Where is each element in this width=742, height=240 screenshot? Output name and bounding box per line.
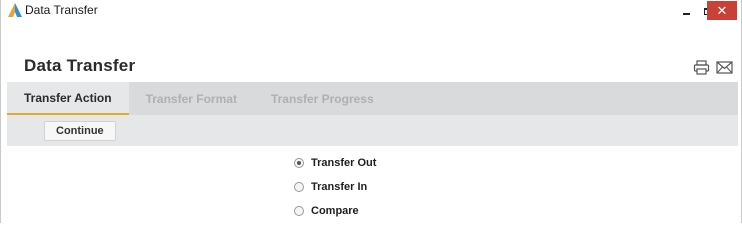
tab-transfer-action[interactable]: Transfer Action bbox=[7, 82, 129, 115]
app-logo-icon bbox=[8, 3, 22, 17]
close-button[interactable]: ✕ bbox=[707, 1, 737, 20]
tab-transfer-format[interactable]: Transfer Format bbox=[129, 82, 254, 115]
window-title: Data Transfer bbox=[25, 3, 98, 17]
action-bar: Continue bbox=[7, 115, 738, 146]
continue-button[interactable]: Continue bbox=[44, 121, 116, 141]
option-transfer-in[interactable]: Transfer In bbox=[294, 175, 376, 199]
header-actions bbox=[693, 60, 733, 75]
option-label: Compare bbox=[311, 205, 359, 217]
option-label: Transfer In bbox=[311, 181, 368, 193]
radio-transfer-out[interactable] bbox=[294, 158, 304, 168]
tab-transfer-progress[interactable]: Transfer Progress bbox=[254, 82, 391, 115]
minimize-button[interactable] bbox=[675, 2, 697, 20]
minimize-icon bbox=[682, 13, 690, 15]
transfer-options: Transfer Out Transfer In Compare bbox=[294, 151, 376, 223]
tab-bar: Transfer Action Transfer Format Transfer… bbox=[7, 82, 738, 115]
close-icon: ✕ bbox=[716, 2, 728, 18]
page-title: Data Transfer bbox=[24, 56, 136, 75]
app-window: Data Transfer ✕ Data Transfer Transfer A… bbox=[0, 0, 742, 223]
print-icon[interactable] bbox=[693, 60, 710, 75]
email-icon[interactable] bbox=[716, 60, 733, 75]
title-bar: Data Transfer ✕ bbox=[1, 0, 741, 22]
radio-compare[interactable] bbox=[294, 206, 304, 216]
option-label: Transfer Out bbox=[311, 157, 377, 169]
option-compare[interactable]: Compare bbox=[294, 199, 376, 223]
option-transfer-out[interactable]: Transfer Out bbox=[294, 151, 376, 175]
radio-transfer-in[interactable] bbox=[294, 182, 304, 192]
